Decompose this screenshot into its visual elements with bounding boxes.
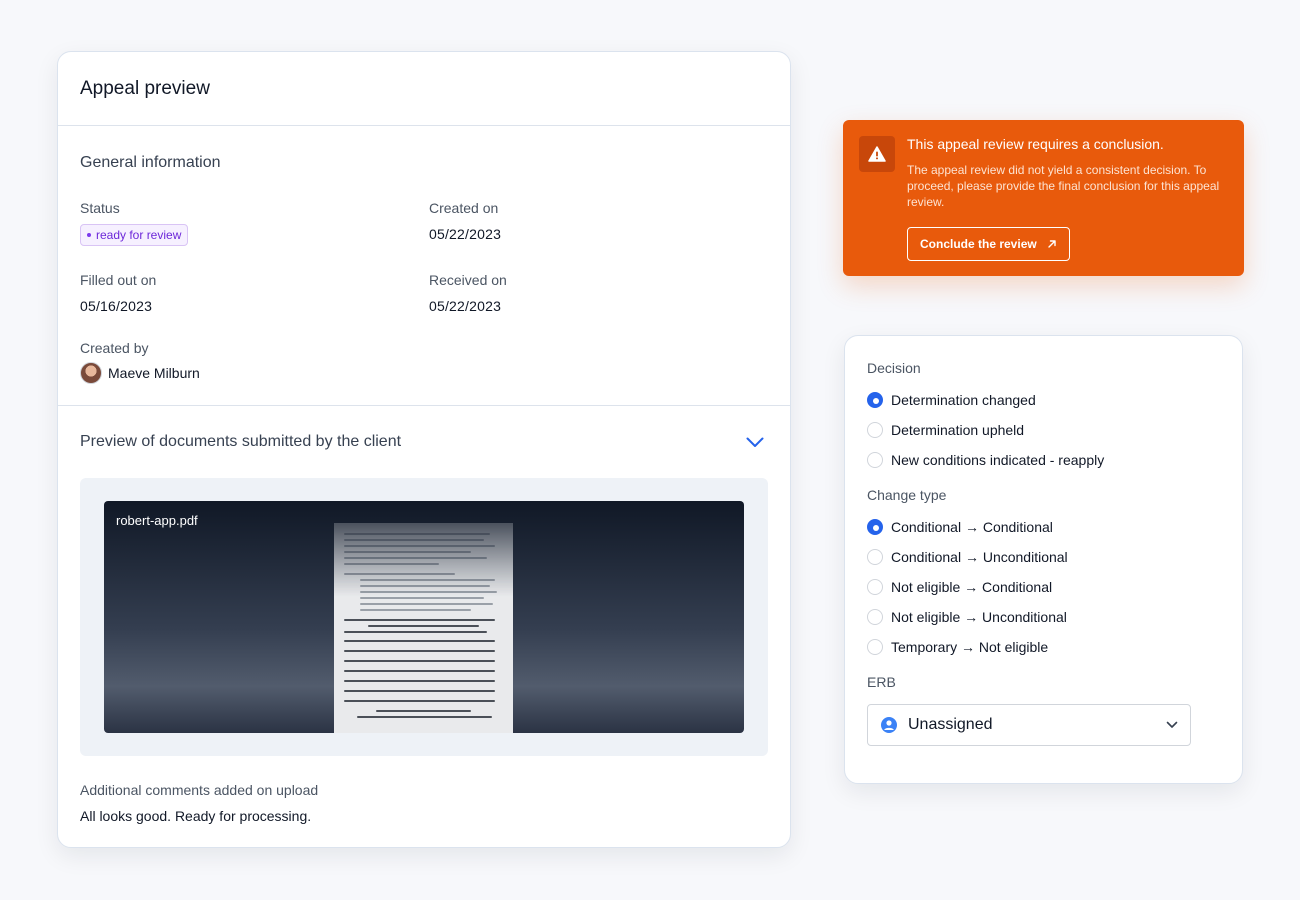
status-field: Status ready for review [80,200,189,246]
alert-title: This appeal review requires a conclusion… [907,136,1164,152]
created-by-label: Created by [80,340,149,356]
radio-button[interactable] [867,549,883,565]
radio-button[interactable] [867,609,883,625]
created-on-label: Created on [429,200,499,216]
arrow-up-right-icon [1048,240,1056,248]
avatar [80,362,102,384]
change-type-radio-group: Conditional → Conditional Conditional → … [867,512,1220,662]
created-by-field: Created by Maeve Milburn [80,340,200,384]
change-type-option[interactable]: Temporary → Not eligible [867,632,1220,662]
radio-button[interactable] [867,452,883,468]
decision-label: Decision [867,360,921,376]
created-on-value: 05/22/2023 [429,226,502,242]
decision-option-label: New conditions indicated - reapply [891,452,1105,468]
change-type-option-label: Conditional → Conditional [891,519,1053,535]
pdf-page-thumbnail[interactable] [334,523,513,733]
filled-out-value: 05/16/2023 [80,298,153,314]
warning-icon [859,136,895,172]
status-label: Status [80,200,120,216]
change-type-label: Change type [867,487,947,503]
radio-button[interactable] [867,519,883,535]
chevron-down-icon [746,437,764,447]
filled-out-field: Filled out on 05/16/2023 [80,272,156,314]
erb-select[interactable]: Unassigned [867,704,1191,746]
radio-button[interactable] [867,422,883,438]
radio-button[interactable] [867,392,883,408]
comments-label: Additional comments added on upload [80,782,319,798]
pdf-viewer[interactable]: robert-app.pdf [104,501,744,733]
change-type-option[interactable]: Not eligible → Conditional [867,572,1220,602]
change-type-option[interactable]: Not eligible → Unconditional [867,602,1220,632]
decision-card: Decision Determination changed Determina… [844,335,1243,784]
radio-button[interactable] [867,579,883,595]
user-icon [881,717,897,733]
filled-out-label: Filled out on [80,272,157,288]
change-type-option-label: Conditional → Unconditional [891,549,1068,565]
appeal-preview-card: Appeal preview General information Statu… [57,51,791,848]
decision-option[interactable]: Determination upheld [867,415,1220,445]
card-header: Appeal preview [58,52,790,126]
documents-preview-section: Preview of documents submitted by the cl… [58,406,790,824]
chevron-down-icon [1166,721,1178,728]
file-name: robert-app.pdf [116,513,198,528]
documents-preview-title: Preview of documents submitted by the cl… [80,433,402,450]
upload-comments: Additional comments added on upload All … [80,782,768,824]
conclude-review-label: Conclude the review [920,237,1037,251]
decision-option[interactable]: Determination changed [867,385,1220,415]
change-type-option-label: Not eligible → Conditional [891,579,1053,595]
change-type-option[interactable]: Conditional → Unconditional [867,542,1220,572]
general-information-section: General information Status ready for rev… [58,126,790,406]
creator-name: Maeve Milburn [108,365,200,381]
received-on-label: Received on [429,272,507,288]
decision-option-label: Determination upheld [891,422,1025,438]
creator[interactable]: Maeve Milburn [80,362,200,384]
received-on-value: 05/22/2023 [429,298,502,314]
conclusion-required-alert: This appeal review requires a conclusion… [843,120,1244,276]
decision-option[interactable]: New conditions indicated - reapply [867,445,1220,475]
collapse-toggle[interactable] [744,431,766,453]
decision-option-label: Determination changed [891,392,1036,408]
documents-preview-header[interactable]: Preview of documents submitted by the cl… [80,406,768,478]
change-type-option[interactable]: Conditional → Conditional [867,512,1220,542]
status-dot-icon [87,233,91,237]
erb-select-value: Unassigned [908,716,993,733]
change-type-option-label: Temporary → Not eligible [891,639,1049,655]
page-title: Appeal preview [80,77,210,99]
general-information-title: General information [80,154,221,171]
comments-text: All looks good. Ready for processing. [80,808,312,824]
conclude-review-button[interactable]: Conclude the review [907,227,1070,261]
document-preview-box: robert-app.pdf [80,478,768,756]
decision-radio-group: Determination changed Determination uphe… [867,385,1220,475]
alert-text: The appeal review did not yield a consis… [907,163,1220,209]
erb-label: ERB [867,674,896,690]
created-on-field: Created on 05/22/2023 [429,200,501,242]
change-type-option-label: Not eligible → Unconditional [891,609,1067,625]
status-badge-text: ready for review [96,228,182,242]
status-badge: ready for review [80,224,189,246]
radio-button[interactable] [867,639,883,655]
received-on-field: Received on 05/22/2023 [429,272,507,314]
